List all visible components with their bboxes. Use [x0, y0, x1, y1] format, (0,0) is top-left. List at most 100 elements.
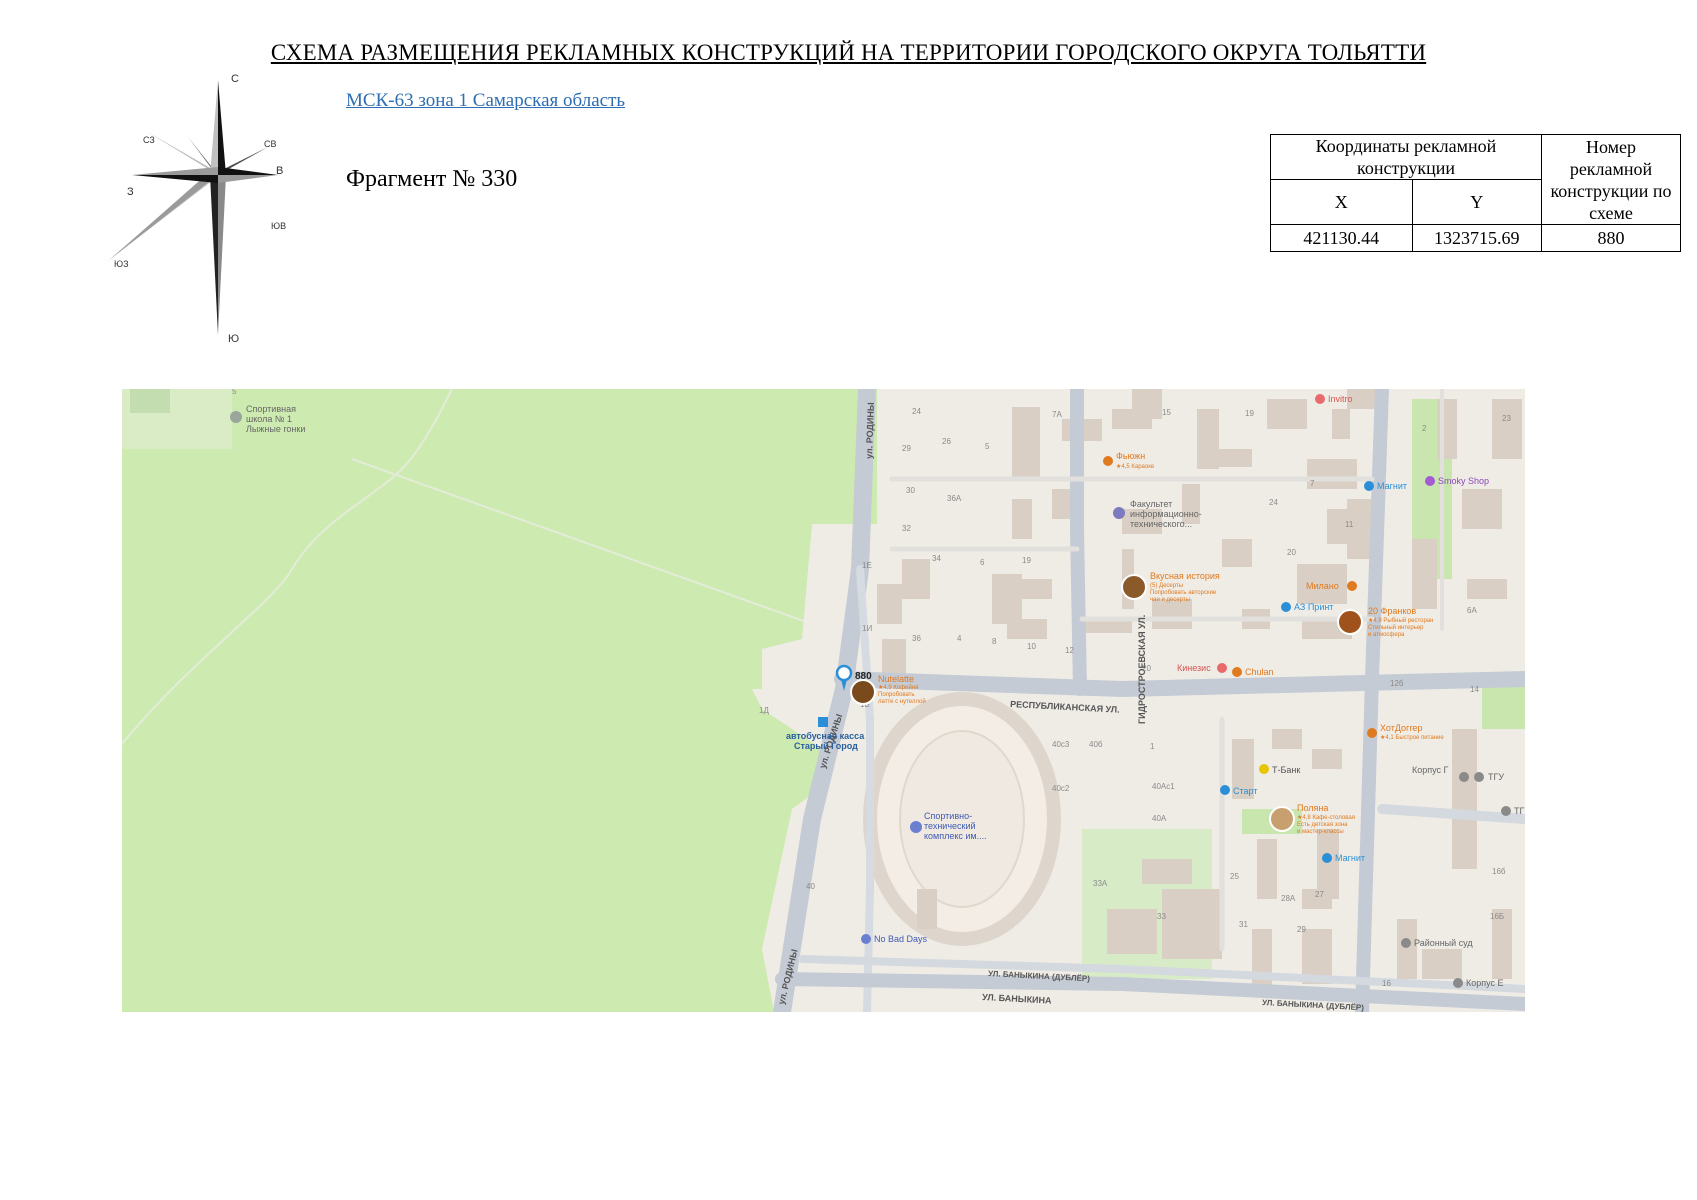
- x-header: X: [1270, 179, 1413, 225]
- compass-s-point: [210, 175, 218, 335]
- poi-kinezis: Кинезис: [1177, 663, 1211, 673]
- poi-nutelatte: Nutelatte: [878, 674, 914, 684]
- tbank-icon[interactable]: [1259, 764, 1269, 774]
- sport-school-icon[interactable]: [230, 411, 242, 423]
- compass-n-shade: [218, 80, 226, 175]
- house-number-label: 16б: [1492, 867, 1506, 876]
- poi-tgu: ТГУ: [1488, 772, 1504, 782]
- poi-sport-school-1: Спортивная: [246, 404, 296, 414]
- house-number-label: 16Б: [1490, 912, 1504, 921]
- polyana-photo-icon[interactable]: [1269, 806, 1295, 832]
- poi-sport-complex-1: Спортивно-: [924, 811, 972, 821]
- smoky-shop-icon[interactable]: [1425, 476, 1435, 486]
- poi-smoky-shop: Smoky Shop: [1438, 476, 1489, 486]
- no-bad-days-icon[interactable]: [861, 934, 871, 944]
- compass-label-ne: СВ: [264, 139, 277, 149]
- poi-tg: ТГ: [1514, 806, 1524, 816]
- house-number-label: 30: [906, 486, 915, 495]
- street-label-rodiny-top: ул. РОДИНЫ: [864, 402, 876, 459]
- x-value: 421130.44: [1270, 224, 1413, 252]
- house-number-label: 4: [957, 634, 962, 643]
- y-value: 1323715.69: [1411, 224, 1543, 252]
- poi-no-bad-days: No Bad Days: [874, 934, 928, 944]
- house-number-label: 2: [1422, 424, 1427, 433]
- poi-vkusnaya-sub1: (5) Десерты: [1150, 583, 1183, 589]
- house-number-label: 1Д: [759, 706, 769, 715]
- magnit-bottom-icon[interactable]: [1322, 853, 1332, 863]
- poi-nutelatte-sub2: Попробовать: [878, 692, 915, 698]
- nutelatte-photo-icon[interactable]: [850, 679, 876, 705]
- crs-link[interactable]: МСК-63 зона 1 Самарская область: [346, 90, 625, 112]
- poi-hotdogger-sub: ★4,1 Быстрое питание: [1380, 734, 1444, 741]
- house-number-label: 24: [1269, 498, 1278, 507]
- house-number-label: 32: [902, 524, 911, 533]
- compass-s-shade: [218, 175, 226, 335]
- compass-label-sw: ЮЗ: [114, 259, 129, 269]
- korpus-g-icon[interactable]: [1459, 772, 1469, 782]
- house-number-label: 20: [1287, 548, 1296, 557]
- house-number-label: 10: [1027, 642, 1036, 651]
- house-number-label: 7: [1310, 479, 1315, 488]
- coordinates-table: Координаты рекламной конструкции Номер р…: [1270, 134, 1681, 252]
- compass-se-point: [218, 175, 270, 227]
- poi-chulan: Chulan: [1245, 667, 1274, 677]
- poi-polyana-sub2: Есть детская зона: [1297, 822, 1348, 828]
- house-number-label: 1: [1150, 742, 1155, 751]
- house-number-label: 27: [1315, 890, 1324, 899]
- vkusnaya-photo-icon[interactable]: [1121, 574, 1147, 600]
- house-number-label: 25: [1230, 872, 1239, 881]
- poi-sport-school-3: Лыжные гонки: [246, 424, 305, 434]
- coords-header: Координаты рекламной конструкции: [1270, 134, 1542, 180]
- poi-faculty-2: информационно-: [1130, 509, 1202, 519]
- poi-vkusnaya-sub3: чаи и десерты: [1150, 597, 1190, 603]
- poi-bus-kassa-1: автобусная касса: [786, 731, 865, 741]
- house-number-label: 40с3: [1052, 740, 1070, 749]
- sport-complex-icon[interactable]: [910, 821, 922, 833]
- house-number-label: 40: [806, 882, 815, 891]
- map-fragment[interactable]: ул. РОДИНЫ ул. РОДИНЫ ул. РОДИНЫ РЕСПУБЛ…: [122, 389, 1525, 1012]
- milano-icon[interactable]: [1347, 581, 1357, 591]
- tg-icon[interactable]: [1501, 806, 1511, 816]
- poi-sport-complex-3: комплекс им....: [924, 831, 987, 841]
- house-number-label: 29: [1297, 925, 1306, 934]
- invitro-icon[interactable]: [1315, 394, 1325, 404]
- number-value: 880: [1541, 224, 1681, 252]
- magnit-top-icon[interactable]: [1364, 481, 1374, 491]
- compass-label-se: ЮВ: [271, 221, 286, 231]
- house-number-label: 40А: [1152, 814, 1167, 823]
- poi-nutelatte-sub1: ★4,9 Кофейня: [878, 684, 918, 691]
- house-number-label: 29: [902, 444, 911, 453]
- poi-franks-sub2: Стильный интерьер: [1368, 624, 1424, 631]
- hotdogger-icon[interactable]: [1367, 728, 1377, 738]
- compass-label-w: З: [127, 186, 134, 198]
- house-number-label: 6А: [1467, 606, 1477, 615]
- start-icon[interactable]: [1220, 785, 1230, 795]
- house-number-label: 26: [942, 437, 951, 446]
- poi-az-print: АЗ Принт: [1294, 602, 1333, 612]
- franks-photo-icon[interactable]: [1337, 609, 1363, 635]
- compass-label-nw: СЗ: [143, 135, 155, 145]
- district-court-icon[interactable]: [1401, 938, 1411, 948]
- faculty-icon[interactable]: [1113, 507, 1125, 519]
- fragment-number: Фрагмент № 330: [346, 166, 518, 192]
- kinezis-icon[interactable]: [1217, 663, 1227, 673]
- house-number-label: 7А: [1052, 410, 1062, 419]
- az-print-icon[interactable]: [1281, 602, 1291, 612]
- poi-faculty-3: технического...: [1130, 519, 1192, 529]
- gidrostroevskaya-street: [1070, 389, 1087, 696]
- bus-ticket-icon[interactable]: [818, 717, 828, 727]
- chulan-icon[interactable]: [1232, 667, 1242, 677]
- house-number-label: 24: [912, 407, 921, 416]
- poi-sport-complex-2: технический: [924, 821, 976, 831]
- poi-start: Старт: [1233, 786, 1257, 796]
- number-header: Номер рекламной конструкции по схеме: [1541, 134, 1681, 225]
- respublikanskaya-street: [834, 671, 1525, 698]
- house-number-label: 19: [1022, 556, 1031, 565]
- korpus-e-icon[interactable]: [1453, 978, 1463, 988]
- poi-magnit-top: Магнит: [1377, 481, 1407, 491]
- house-number-label: 33А: [1093, 879, 1108, 888]
- fyuzhn-icon[interactable]: [1103, 456, 1113, 466]
- map-pin-icon[interactable]: [835, 664, 853, 682]
- compass-rose-icon: С Ю В З СВ СЗ ЮВ ЮЗ: [108, 73, 286, 345]
- tgu-icon[interactable]: [1474, 772, 1484, 782]
